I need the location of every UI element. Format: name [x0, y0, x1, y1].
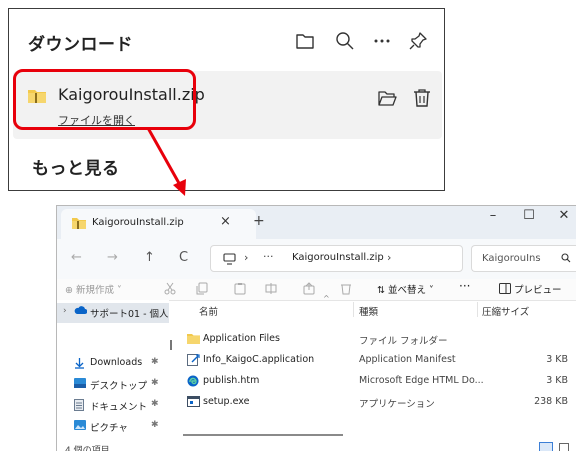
search-input[interactable]: KaigorouIns [482, 253, 541, 264]
file-size: 3 KB [546, 354, 568, 365]
address-bar[interactable]: › ··· KaigorouInstall.zip › [210, 245, 463, 272]
file-row[interactable]: Info_KaigoC.application Application Mani… [175, 350, 576, 371]
tab-title: KaigorouInstall.zip [92, 217, 184, 228]
column-header-type[interactable]: 種類 [359, 304, 378, 318]
new-tab-button[interactable]: + [253, 213, 265, 229]
copy-icon[interactable] [196, 282, 208, 295]
breadcrumb-chevron-end[interactable]: › [387, 251, 391, 264]
sidebar-item-label: ドキュメント [90, 402, 148, 413]
sort-caret-icon: ^ [323, 294, 330, 303]
file-row[interactable]: publish.htm Microsoft Edge HTML Do... 3 … [175, 371, 576, 392]
sidebar-item-label: サポート01 - 個人 [90, 309, 169, 320]
executable-icon [187, 396, 200, 407]
cloud-icon [74, 306, 87, 315]
breadcrumb-chevron[interactable]: › [244, 251, 248, 264]
file-type: Microsoft Edge HTML Do... [359, 375, 484, 386]
download-arrow-icon [74, 357, 85, 369]
pin-icon[interactable]: ✱ [151, 357, 159, 367]
file-name: publish.htm [203, 375, 260, 386]
tiles-view-button[interactable] [559, 443, 569, 451]
file-size: 238 KB [534, 396, 568, 407]
search-icon [561, 253, 571, 263]
folder-icon [187, 333, 200, 344]
maximize-button[interactable]: ☐ [519, 208, 539, 223]
refresh-button[interactable]: C [179, 250, 188, 265]
delete-icon[interactable] [340, 282, 352, 295]
file-name: Application Files [203, 333, 280, 344]
pictures-icon [74, 420, 86, 430]
sidebar-item-onedrive[interactable]: › サポート01 - 個人 [57, 303, 169, 323]
application-manifest-icon [187, 354, 200, 366]
forward-button[interactable]: → [107, 250, 118, 265]
monitor-icon [223, 253, 236, 265]
paste-icon[interactable] [234, 282, 246, 295]
preview-pane-icon [499, 283, 511, 294]
up-button[interactable]: ↑ [144, 250, 155, 265]
preview-button[interactable]: プレビュー [514, 282, 562, 296]
navigation-pane: › サポート01 - 個人 Downloads ✱ デスクトップ ✱ ドキュメン… [57, 300, 169, 451]
details-view-button[interactable] [539, 442, 553, 451]
cut-icon[interactable] [164, 282, 176, 295]
file-type: ファイル フォルダー [359, 336, 448, 347]
sidebar-item-pictures[interactable]: ピクチャ ✱ [57, 417, 169, 437]
rename-icon[interactable] [265, 282, 277, 295]
new-button[interactable]: ⊕ 新規作成 ˅ [65, 282, 122, 296]
column-header-name[interactable]: 名前 [199, 304, 218, 318]
horizontal-scrollbar[interactable] [183, 434, 343, 436]
sort-button[interactable]: ⇅ 並べ替え ˅ [377, 282, 434, 296]
breadcrumb-current[interactable]: KaigorouInstall.zip [292, 252, 384, 263]
sidebar-item-desktop[interactable]: デスクトップ ✱ [57, 375, 169, 395]
sidebar-item-label: Downloads [90, 357, 143, 368]
file-explorer-window: KaigorouInstall.zip × + – ☐ ✕ ← → ↑ C › … [56, 205, 576, 451]
close-window-button[interactable]: ✕ [554, 208, 574, 223]
share-icon[interactable] [303, 282, 315, 295]
breadcrumb-overflow[interactable]: ··· [263, 250, 274, 263]
file-row[interactable]: Application Files ファイル フォルダー [175, 329, 576, 350]
column-header-row: ^ 名前 種類 圧縮サイズ [175, 294, 576, 320]
file-row[interactable]: setup.exe アプリケーション 238 KB [175, 392, 576, 413]
sidebar-item-label: ピクチャ [90, 423, 128, 434]
edge-icon [187, 375, 199, 387]
column-divider[interactable] [477, 302, 478, 317]
status-item-count: 4 個の項目 [65, 446, 110, 451]
file-type: Application Manifest [359, 354, 456, 365]
column-header-size[interactable]: 圧縮サイズ [482, 304, 529, 318]
search-box[interactable]: KaigorouIns [471, 245, 576, 272]
more-options-button[interactable]: ··· [459, 279, 470, 293]
pane-splitter[interactable] [170, 340, 172, 350]
explorer-tab[interactable]: KaigorouInstall.zip × [61, 209, 256, 239]
desktop-icon [74, 378, 86, 388]
file-size: 3 KB [546, 375, 568, 386]
zip-folder-icon [71, 217, 87, 230]
chevron-right-icon[interactable]: › [63, 306, 67, 316]
pin-icon[interactable]: ✱ [151, 420, 159, 430]
title-bar: KaigorouInstall.zip × + – ☐ ✕ [57, 206, 576, 239]
sidebar-item-label: デスクトップ [90, 381, 148, 392]
sidebar-item-downloads[interactable]: Downloads ✱ [57, 354, 169, 374]
column-divider[interactable] [353, 302, 354, 317]
back-button[interactable]: ← [71, 250, 82, 265]
navigation-bar: ← → ↑ C › ··· KaigorouInstall.zip › Kaig… [57, 239, 576, 279]
pin-icon[interactable]: ✱ [151, 378, 159, 388]
pin-icon[interactable]: ✱ [151, 399, 159, 409]
file-type: アプリケーション [359, 399, 435, 410]
file-name: setup.exe [203, 396, 250, 407]
command-bar: ⊕ 新規作成 ˅ ⇅ 並べ替え ˅ ··· プレビュー [57, 279, 576, 301]
file-name: Info_KaigoC.application [203, 354, 315, 365]
document-icon [74, 399, 84, 411]
tab-close-button[interactable]: × [220, 214, 231, 229]
minimize-button[interactable]: – [483, 208, 503, 223]
sidebar-item-documents[interactable]: ドキュメント ✱ [57, 396, 169, 416]
